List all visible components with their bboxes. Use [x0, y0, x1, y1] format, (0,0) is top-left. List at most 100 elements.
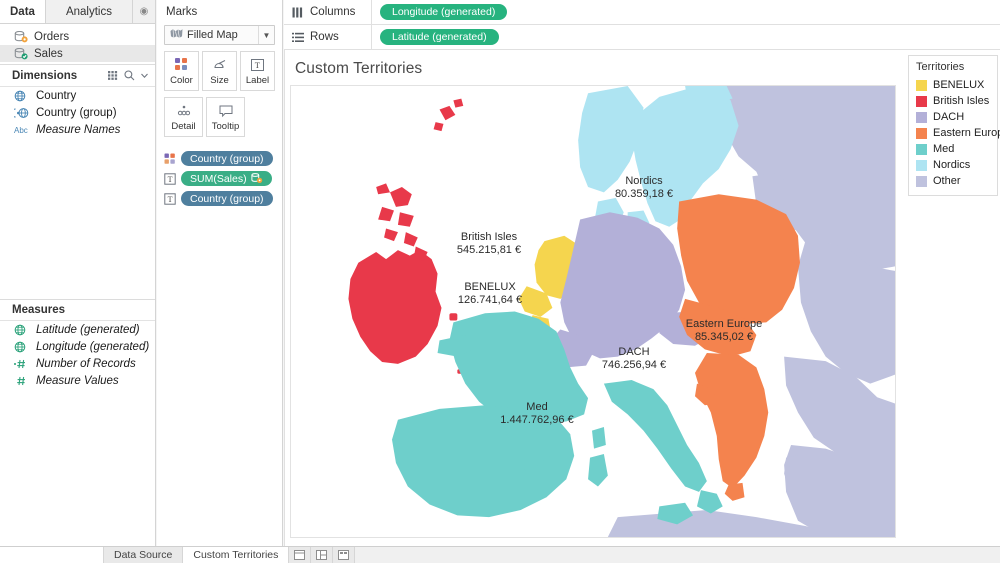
data-source-sales[interactable]: Sales: [0, 45, 155, 62]
tab-analytics-label: Analytics: [66, 6, 112, 18]
legend-swatch: [916, 176, 927, 187]
columns-pill-longitude[interactable]: Longitude (generated): [380, 4, 507, 20]
tab-data-label: Data: [10, 6, 35, 18]
rows-shelf[interactable]: Rows Latitude (generated): [284, 25, 1000, 50]
mark-type-dropdown[interactable]: Filled Map ▼: [164, 25, 275, 45]
legend-item-eastern-europe[interactable]: Eastern Europe: [909, 125, 997, 141]
tab-data[interactable]: Data: [0, 0, 46, 23]
label-text-icon: T: [163, 193, 177, 205]
dimension-country[interactable]: Country: [0, 87, 155, 104]
tableau-window: Data Analytics ◉ Orders: [0, 0, 1000, 563]
globe-icon: [14, 324, 36, 336]
marks-card: Marks Filled Map ▼: [157, 0, 283, 546]
grid-view-icon[interactable]: [108, 70, 119, 81]
marks-pill-country-group-color[interactable]: Country (group): [181, 151, 273, 166]
measure-longitude-label: Longitude (generated): [36, 341, 149, 353]
sheet-tab-data-source[interactable]: Data Source: [104, 547, 183, 563]
search-icon[interactable]: [124, 70, 135, 81]
svg-text:Abc: Abc: [14, 126, 28, 135]
marks-buttons-row-1: Color Size T: [157, 51, 282, 91]
globe-icon: [14, 90, 36, 102]
rows-pill-latitude[interactable]: Latitude (generated): [380, 29, 499, 45]
marks-pill-row-color: Country (group): [157, 151, 282, 166]
color-palette-icon: [163, 153, 177, 165]
data-source-orders-label: Orders: [34, 31, 69, 43]
legend-swatch: [916, 96, 927, 107]
columns-icon: [292, 7, 304, 18]
measure-values[interactable]: Measure Values: [0, 372, 155, 389]
dimension-country-group-label: Country (group): [36, 107, 117, 119]
dimension-country-group[interactable]: Country (group): [0, 104, 155, 121]
legend-item-label: Med: [933, 143, 954, 155]
svg-text:T: T: [168, 175, 173, 184]
new-story-icon[interactable]: [333, 547, 355, 563]
dimensions-header-label: Dimensions: [12, 70, 77, 82]
dimensions-header: Dimensions: [0, 65, 155, 87]
new-sheet-icon[interactable]: [289, 547, 311, 563]
size-icon: [212, 57, 228, 73]
marks-pill-label: Country (group): [190, 153, 264, 165]
detail-dots-icon: [176, 103, 192, 119]
rows-label-text: Rows: [310, 31, 339, 43]
marks-detail-button[interactable]: Detail: [164, 97, 203, 137]
data-pane-tabs: Data Analytics ◉: [0, 0, 155, 24]
hash-dot-icon: [14, 358, 36, 370]
color-legend: Territories BENELUX British Isles DACH E…: [908, 55, 998, 196]
data-source-orders[interactable]: Orders: [0, 28, 155, 45]
marks-label-button[interactable]: T Label: [240, 51, 275, 91]
measures-list: Latitude (generated) Longitude (generate…: [0, 321, 155, 389]
filled-map-icon: [170, 28, 183, 42]
dot-menu-icon[interactable]: ◉: [133, 0, 155, 23]
marks-pill-row-label-country: T Country (group): [157, 191, 282, 206]
marks-pill-sum-sales[interactable]: SUM(Sales): [181, 171, 272, 186]
legend-swatch: [916, 144, 927, 155]
measure-number-of-records[interactable]: Number of Records: [0, 355, 155, 372]
measure-latitude-label: Latitude (generated): [36, 324, 140, 336]
marks-tooltip-label: Tooltip: [212, 121, 239, 132]
legend-item-benelux[interactable]: BENELUX: [909, 77, 997, 93]
data-pane: Data Analytics ◉ Orders: [0, 0, 156, 546]
marks-size-button[interactable]: Size: [202, 51, 237, 91]
chevron-down-icon[interactable]: ▼: [258, 26, 274, 44]
marks-pill-label: SUM(Sales): [190, 173, 247, 185]
dimension-measure-names[interactable]: Abc Measure Names: [0, 121, 155, 138]
sheet-tab-custom-territories[interactable]: Custom Territories: [183, 547, 289, 563]
globe-group-icon: [14, 107, 36, 119]
legend-item-other[interactable]: Other: [909, 173, 997, 189]
marks-detail-label: Detail: [171, 121, 195, 132]
data-source-list: Orders Sales: [0, 24, 155, 65]
page-title: Custom Territories: [295, 60, 422, 78]
columns-shelf[interactable]: Columns Longitude (generated): [284, 0, 1000, 25]
marks-size-label: Size: [210, 75, 228, 86]
measure-values-label: Measure Values: [36, 375, 119, 387]
marks-tooltip-button[interactable]: Tooltip: [206, 97, 245, 137]
marks-card-title: Marks: [157, 0, 282, 24]
dimension-country-label: Country: [36, 90, 76, 102]
label-text-icon: T: [250, 57, 265, 73]
data-source-sales-label: Sales: [34, 48, 63, 60]
map-canvas: [291, 86, 895, 537]
measure-number-of-records-label: Number of Records: [36, 358, 136, 370]
rows-icon: [292, 32, 304, 43]
tab-analytics[interactable]: Analytics: [46, 0, 133, 23]
legend-swatch: [916, 112, 927, 123]
chevron-down-icon[interactable]: [140, 71, 149, 80]
legend-swatch: [916, 128, 927, 139]
new-dashboard-icon[interactable]: [311, 547, 333, 563]
legend-item-med[interactable]: Med: [909, 141, 997, 157]
measures-header: Measures: [0, 299, 155, 321]
measure-longitude[interactable]: Longitude (generated): [0, 338, 155, 355]
legend-item-label: Other: [933, 175, 961, 187]
legend-item-label: Nordics: [933, 159, 970, 171]
filled-map[interactable]: Nordics 80.359,18 € British Isles 545.21…: [290, 85, 896, 538]
hash-icon: [14, 375, 36, 387]
database-check-icon: [14, 48, 28, 60]
legend-item-british-isles[interactable]: British Isles: [909, 93, 997, 109]
measure-latitude[interactable]: Latitude (generated): [0, 321, 155, 338]
shelves-area: Columns Longitude (generated): [284, 0, 1000, 50]
marks-color-button[interactable]: Color: [164, 51, 199, 91]
legend-item-dach[interactable]: DACH: [909, 109, 997, 125]
columns-label-text: Columns: [310, 6, 355, 18]
marks-pill-country-group-label[interactable]: Country (group): [181, 191, 273, 206]
legend-item-nordics[interactable]: Nordics: [909, 157, 997, 173]
